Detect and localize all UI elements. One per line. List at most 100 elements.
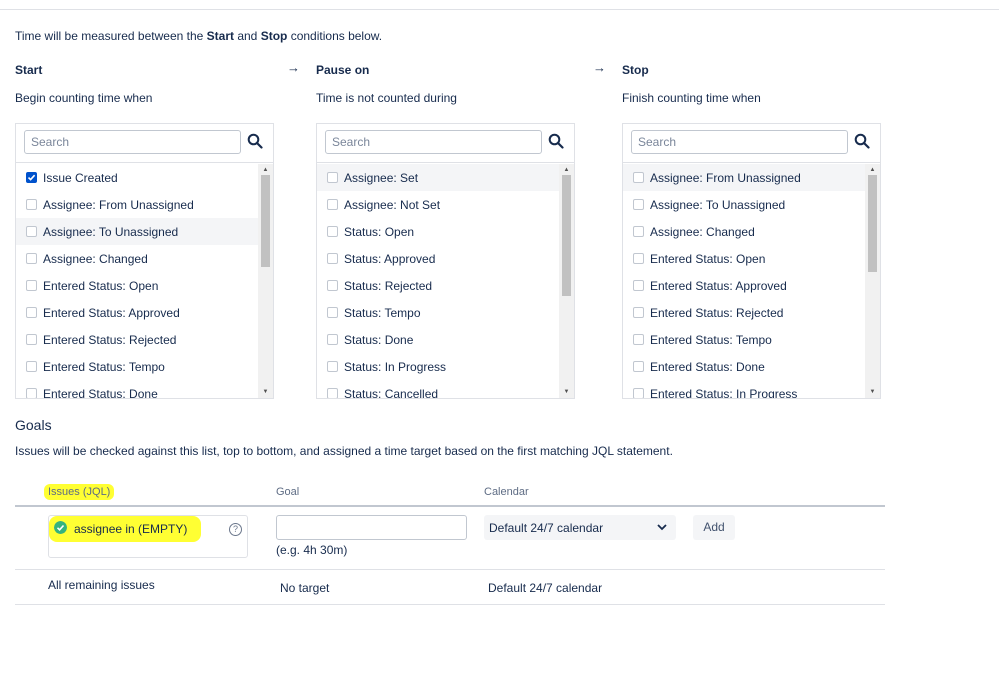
start-title: Start <box>15 63 43 77</box>
list-item-label: Status: Open <box>344 224 415 239</box>
pause-search-row <box>317 124 574 163</box>
checkbox[interactable] <box>26 253 37 264</box>
checkbox[interactable] <box>633 388 644 398</box>
scrollbar[interactable]: ▲ ▼ <box>258 164 273 398</box>
list-item[interactable]: Issue Created <box>16 164 258 191</box>
checkbox[interactable] <box>26 307 37 318</box>
checkbox[interactable] <box>633 334 644 345</box>
list-item-label: Assignee: From Unassigned <box>650 170 801 185</box>
scrollbar[interactable]: ▲ ▼ <box>865 164 880 398</box>
list-item[interactable]: Entered Status: Done <box>623 353 865 380</box>
list-item[interactable]: Entered Status: Rejected <box>623 299 865 326</box>
list-item[interactable]: Entered Status: Approved <box>16 299 258 326</box>
goal-input[interactable] <box>276 515 467 540</box>
calendar-select[interactable]: Default 24/7 calendar <box>484 515 676 540</box>
list-item[interactable]: Assignee: Changed <box>623 218 865 245</box>
checkbox[interactable] <box>26 199 37 210</box>
list-item-label: Status: Done <box>344 332 414 347</box>
checkbox[interactable] <box>327 280 338 291</box>
checkbox[interactable] <box>633 361 644 372</box>
checkbox[interactable] <box>633 253 644 264</box>
checkbox[interactable] <box>26 226 37 237</box>
list-item[interactable]: Assignee: Changed <box>16 245 258 272</box>
help-icon[interactable]: ? <box>229 523 242 536</box>
list-item[interactable]: Assignee: To Unassigned <box>623 191 865 218</box>
list-item-label: Assignee: Changed <box>43 251 148 266</box>
checkbox[interactable] <box>26 361 37 372</box>
intro-suffix: conditions below. <box>287 29 383 43</box>
scroll-down-arrow-icon[interactable]: ▼ <box>559 386 574 398</box>
checkbox[interactable] <box>327 361 338 372</box>
scroll-down-arrow-icon[interactable]: ▼ <box>865 386 880 398</box>
list-item[interactable]: Assignee: Not Set <box>317 191 559 218</box>
list-item[interactable]: Assignee: From Unassigned <box>623 164 865 191</box>
list-item-label: Entered Status: Open <box>43 278 159 293</box>
checkbox[interactable] <box>26 280 37 291</box>
checkbox[interactable] <box>327 172 338 183</box>
list-item[interactable]: Entered Status: Rejected <box>16 326 258 353</box>
scroll-thumb[interactable] <box>868 175 877 272</box>
list-item[interactable]: Status: Open <box>317 218 559 245</box>
list-item[interactable]: Entered Status: Done <box>16 380 258 398</box>
list-item[interactable]: Entered Status: In Progress <box>623 380 865 398</box>
list-item[interactable]: Entered Status: Tempo <box>16 353 258 380</box>
scroll-thumb[interactable] <box>261 175 270 267</box>
checkbox[interactable] <box>26 388 37 398</box>
checkbox[interactable] <box>327 307 338 318</box>
list-item[interactable]: Status: In Progress <box>317 353 559 380</box>
list-item[interactable]: Status: Tempo <box>317 299 559 326</box>
checkbox[interactable] <box>327 253 338 264</box>
pause-search-input[interactable] <box>325 130 542 154</box>
scroll-down-arrow-icon[interactable]: ▼ <box>258 386 273 398</box>
checkbox[interactable] <box>327 334 338 345</box>
add-button[interactable]: Add <box>693 515 735 540</box>
arrow-right-icon: → <box>593 60 606 75</box>
list-item[interactable]: Entered Status: Open <box>623 245 865 272</box>
scrollbar[interactable]: ▲ ▼ <box>559 164 574 398</box>
start-column-header: Start Begin counting time when <box>15 63 274 107</box>
stop-subtitle: Finish counting time when <box>622 91 761 105</box>
jql-value: assignee in (EMPTY) <box>74 522 188 536</box>
pause-title: Pause on <box>316 63 370 77</box>
list-item[interactable]: Assignee: From Unassigned <box>16 191 258 218</box>
list-item[interactable]: Entered Status: Tempo <box>623 326 865 353</box>
checkbox[interactable] <box>327 226 338 237</box>
start-subtitle: Begin counting time when <box>15 91 153 105</box>
list-item-label: Issue Created <box>43 170 118 185</box>
checkbox[interactable] <box>633 199 644 210</box>
remaining-calendar: Default 24/7 calendar <box>488 581 603 595</box>
search-icon[interactable] <box>247 133 263 149</box>
checkbox[interactable] <box>633 172 644 183</box>
goal-hint: (e.g. 4h 30m) <box>276 543 348 557</box>
calendar-header: Calendar <box>484 486 529 498</box>
start-search-input[interactable] <box>24 130 241 154</box>
stop-title: Stop <box>622 63 649 77</box>
checkbox[interactable] <box>327 388 338 398</box>
list-item[interactable]: Status: Done <box>317 326 559 353</box>
list-item-label: Assignee: Changed <box>650 224 755 239</box>
list-item[interactable]: Status: Rejected <box>317 272 559 299</box>
list-item-label: Assignee: Set <box>344 170 419 185</box>
search-icon[interactable] <box>854 133 870 149</box>
list-item[interactable]: Status: Cancelled <box>317 380 559 398</box>
list-item[interactable]: Assignee: To Unassigned <box>16 218 258 245</box>
list-item-label: Assignee: Not Set <box>344 197 441 212</box>
checkbox[interactable] <box>633 226 644 237</box>
search-icon[interactable] <box>548 133 564 149</box>
list-item-label: Assignee: To Unassigned <box>650 197 786 212</box>
list-item[interactable]: Assignee: Set <box>317 164 559 191</box>
list-item-label: Entered Status: Tempo <box>650 332 772 347</box>
stop-items: Assignee: From Unassigned Assignee: To Un… <box>623 164 865 398</box>
checkbox[interactable] <box>26 172 37 183</box>
stop-search-input[interactable] <box>631 130 848 154</box>
list-item[interactable]: Entered Status: Open <box>16 272 258 299</box>
list-item[interactable]: Status: Approved <box>317 245 559 272</box>
jql-input[interactable]: assignee in (EMPTY) ? <box>48 515 248 558</box>
list-item[interactable]: Entered Status: Approved <box>623 272 865 299</box>
checkbox[interactable] <box>633 280 644 291</box>
checkbox[interactable] <box>327 199 338 210</box>
checkbox[interactable] <box>26 334 37 345</box>
start-search-row <box>16 124 273 163</box>
scroll-thumb[interactable] <box>562 175 571 296</box>
checkbox[interactable] <box>633 307 644 318</box>
